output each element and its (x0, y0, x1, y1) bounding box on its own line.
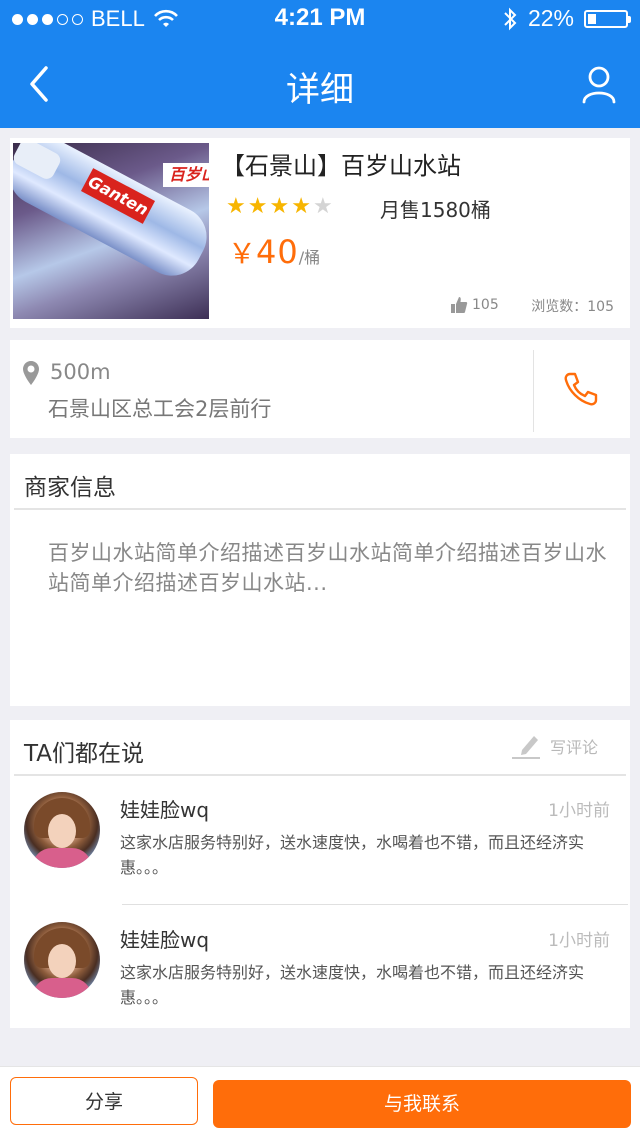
reviews-card: TA们都在说 写评论 娃娃脸wq 1小时前 这家水店服务特别好，送水速度快，水喝… (10, 720, 630, 1028)
bluetooth-icon (504, 7, 517, 30)
star-icon: ★ (269, 194, 290, 219)
divider (122, 904, 628, 905)
reviewer-name: 娃娃脸wq (120, 798, 210, 822)
status-bar: BELL 4:21 PM 22% (0, 0, 640, 40)
distance: 500m (50, 360, 111, 384)
review-item: 娃娃脸wq 1小时前 这家水店服务特别好，送水速度快，水喝着也不错，而且还经济实… (10, 780, 630, 900)
phone-icon[interactable] (562, 370, 600, 408)
star-icon: ★ (291, 194, 311, 219)
divider (533, 350, 534, 432)
monthly-sales: 月售1580桶 (380, 198, 491, 222)
product-card[interactable]: Ganten 百岁山 【石景山】百岁山水站 ★ ★ ★ ★ ★ 月售1580桶 … (10, 138, 630, 328)
merchant-info-card: 商家信息 百岁山水站简单介绍描述百岁山水站简单介绍描述百岁山水站简单介绍描述百岁… (10, 454, 630, 706)
review-item: 娃娃脸wq 1小时前 这家水店服务特别好，送水速度快，水喝着也不错，而且还经济实… (10, 910, 630, 1030)
review-text: 这家水店服务特别好，送水速度快，水喝着也不错，而且还经济实惠。。。 (120, 833, 585, 877)
price-value: 40 (256, 233, 299, 271)
pencil-icon (512, 736, 540, 759)
app-header: BELL 4:21 PM 22% 详细 (0, 0, 640, 128)
user-icon[interactable] (582, 64, 616, 104)
star-icon: ★ (226, 194, 246, 219)
product-name: 【石景山】百岁山水站 (221, 152, 461, 180)
star-empty-icon: ★ (312, 194, 333, 219)
write-review-label: 写评论 (550, 738, 599, 757)
status-right: 22% (502, 5, 631, 32)
location-card: 500m 石景山区总工会2层前行 (10, 340, 630, 438)
thumbs-up-icon (451, 297, 468, 313)
review-time: 1小时前 (548, 801, 610, 821)
likes-count[interactable]: 105 (450, 296, 499, 314)
likes-value: 105 (472, 297, 499, 313)
write-review-button[interactable]: 写评论 (510, 732, 598, 760)
price: ￥40/桶 (228, 232, 320, 272)
contact-button[interactable]: 与我联系 (213, 1080, 631, 1128)
rating-stars: ★ ★ ★ ★ ★ (226, 196, 333, 218)
avatar[interactable] (24, 792, 100, 868)
divider (14, 508, 626, 510)
bottom-action-bar: 分享 与我联系 (0, 1066, 640, 1137)
divider (14, 774, 626, 776)
star-icon: ★ (247, 194, 268, 219)
merchant-section-title: 商家信息 (24, 475, 116, 501)
location-pin-icon (23, 361, 39, 385)
page-title: 详细 (286, 70, 354, 110)
price-symbol: ￥ (228, 237, 257, 270)
reviewer-name: 娃娃脸wq (120, 928, 210, 952)
product-image: Ganten 百岁山 (13, 143, 209, 319)
price-unit: /桶 (298, 248, 321, 267)
battery-percent: 22% (527, 5, 574, 31)
avatar[interactable] (24, 922, 100, 998)
review-time: 1小时前 (548, 931, 610, 951)
battery-icon (584, 9, 631, 28)
share-button[interactable]: 分享 (10, 1077, 198, 1125)
views-count: 浏览数：105 (531, 299, 614, 315)
address: 石景山区总工会2层前行 (48, 397, 272, 421)
review-text: 这家水店服务特别好，送水速度快，水喝着也不错，而且还经济实惠。。。 (120, 963, 585, 1007)
reviews-section-title: TA们都在说 (24, 741, 144, 767)
merchant-description: 百岁山水站简单介绍描述百岁山水站简单介绍描述百岁山水站简单介绍描述百岁山水站..… (48, 541, 607, 595)
